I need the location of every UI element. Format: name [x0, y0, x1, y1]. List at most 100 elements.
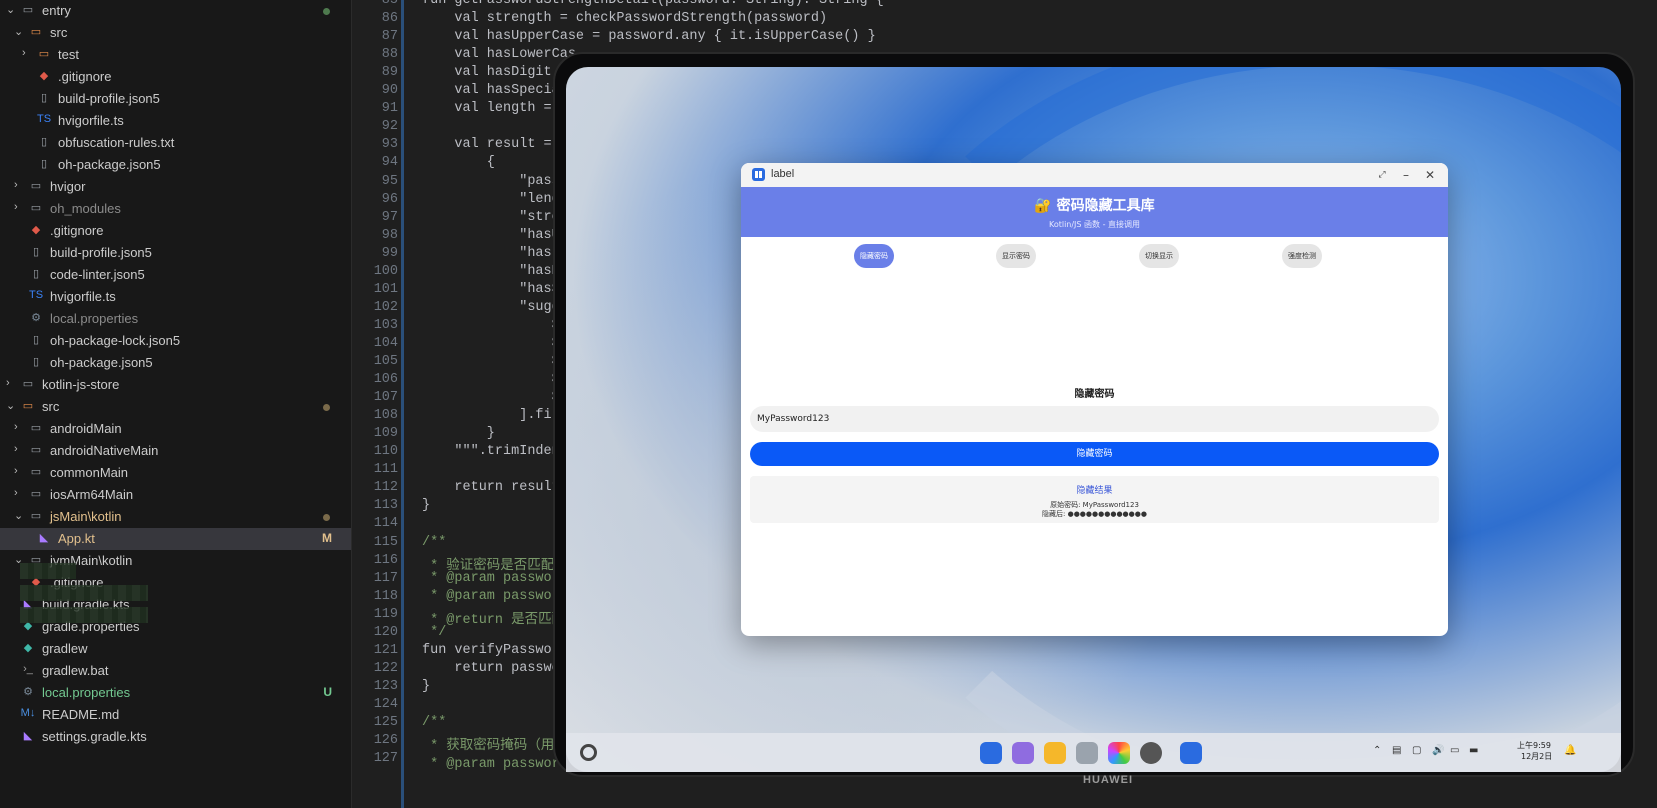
chevron-down-icon[interactable]: ⌄: [14, 25, 26, 38]
window-title: label: [771, 168, 795, 180]
explorer-item[interactable]: ▯ oh-package-lock.json5: [0, 330, 351, 352]
line-number: 121: [373, 642, 398, 658]
app-grid-icon[interactable]: [980, 742, 1002, 764]
explorer-item[interactable]: › ▭ androidMain: [0, 418, 351, 440]
gutter-change-bar: [401, 0, 404, 808]
window-titlebar[interactable]: label ⤢ – ✕: [741, 163, 1448, 187]
folder-icon: ▭: [22, 378, 34, 390]
settings-icon[interactable]: [1140, 742, 1162, 764]
code-text: "hasU: [422, 227, 560, 243]
gallery-icon[interactable]: [1108, 742, 1130, 764]
explorer-item[interactable]: ⌄ ▭ jsMain\kotlin: [0, 506, 351, 528]
password-input[interactable]: [750, 406, 1439, 432]
clock-date[interactable]: 12月2日: [1521, 751, 1552, 762]
explorer-item[interactable]: › ▭ oh_modules: [0, 198, 351, 220]
file-explorer: ⌄ ▭ entry ⌄ ▭ src › ▭ test ◆ .gitignore ▯ build-prof…: [0, 0, 352, 808]
explorer-item[interactable]: › ▭ test: [0, 44, 351, 66]
code-text: }: [422, 426, 495, 442]
explorer-item[interactable]: ▯ obfuscation-rules.txt: [0, 132, 351, 154]
explorer-item-label: entry: [42, 3, 71, 18]
restore-icon[interactable]: ⤢: [1373, 166, 1391, 184]
explorer-item[interactable]: › ▭ commonMain: [0, 462, 351, 484]
chevron-right-icon[interactable]: ›: [22, 47, 34, 59]
explorer-item[interactable]: ▯ build-profile.json5: [0, 242, 351, 264]
explorer-item[interactable]: ⚙ local.properties: [0, 308, 351, 330]
explorer-item-label: .gitignore: [50, 223, 104, 238]
close-icon[interactable]: ✕: [1421, 166, 1439, 184]
notification-bell-icon[interactable]: 🔔: [1564, 745, 1576, 756]
chevron-right-icon[interactable]: ›: [14, 487, 26, 499]
explorer-item[interactable]: ›_ gradlew.bat: [0, 660, 351, 682]
explorer-item[interactable]: › ▭ kotlin-js-store: [0, 374, 351, 396]
explorer-item[interactable]: › ▭ iosArm64Main: [0, 484, 351, 506]
explorer-item-label: kotlin-js-store: [42, 377, 120, 392]
chevron-right-icon[interactable]: ›: [14, 201, 26, 213]
tab-show-password[interactable]: 显示密码: [996, 244, 1036, 268]
file-icon: ▯: [40, 136, 48, 148]
line-number: 90: [381, 83, 398, 99]
chevron-right-icon[interactable]: ›: [14, 179, 26, 191]
tab-toggle-display[interactable]: 切换显示: [1139, 244, 1179, 268]
chevron-up-icon[interactable]: ⌃: [1373, 745, 1381, 756]
hide-password-button[interactable]: 隐藏密码: [750, 442, 1439, 466]
line-number: 109: [373, 426, 398, 442]
folder-src-icon: ▭: [22, 400, 34, 412]
explorer-item[interactable]: ⌄ ▭ entry: [0, 0, 351, 22]
chevron-right-icon[interactable]: ›: [6, 377, 18, 389]
explorer-item[interactable]: ⌄ ▭ src: [0, 22, 351, 44]
explorer-item-label: build-profile.json5: [50, 245, 152, 260]
explorer-item[interactable]: › ▭ hvigor: [0, 176, 351, 198]
volume-icon[interactable]: 🔊: [1432, 745, 1444, 756]
explorer-item[interactable]: › ▭ androidNativeMain: [0, 440, 351, 462]
chevron-right-icon[interactable]: ›: [14, 421, 26, 433]
minimize-icon[interactable]: –: [1397, 166, 1415, 184]
app-window[interactable]: label ⤢ – ✕ 🔐 密码隐藏工具库 Kotlin/JS 函数 - 直接调…: [741, 163, 1448, 636]
tab-strength-check[interactable]: 强度检测: [1282, 244, 1322, 268]
line-number: 99: [381, 245, 398, 261]
explorer-item[interactable]: ⚙ local.properties U: [0, 682, 351, 704]
explorer-item[interactable]: ▯ code-linter.json5: [0, 264, 351, 286]
git-icon: ◆: [39, 70, 49, 82]
explorer-item[interactable]: ▯ oh-package.json5: [0, 352, 351, 374]
folder-icon[interactable]: [1044, 742, 1066, 764]
explorer-item[interactable]: M↓ README.md: [0, 704, 351, 726]
explorer-item[interactable]: ◣ App.kt M: [0, 528, 351, 550]
clipboard-icon[interactable]: ▢: [1412, 745, 1421, 756]
redacted-block: [20, 563, 76, 579]
chevron-right-icon[interactable]: ›: [14, 465, 26, 477]
explorer-item[interactable]: ◆ .gitignore: [0, 66, 351, 88]
explorer-item-label: commonMain: [50, 465, 129, 480]
explorer-item[interactable]: ◣ settings.gradle.kts: [0, 726, 351, 748]
explorer-item[interactable]: ◆ .gitignore: [0, 220, 351, 242]
explorer-item[interactable]: ▯ oh-package.json5: [0, 154, 351, 176]
explorer-item[interactable]: ▯ build-profile.json5: [0, 88, 351, 110]
label-app-icon[interactable]: [1180, 742, 1202, 764]
folder-icon: ▭: [30, 510, 42, 522]
chevron-right-icon[interactable]: ›: [14, 443, 26, 455]
tab-hide-password[interactable]: 隐藏密码: [854, 244, 894, 268]
code-text: val strength = checkPasswordStrength(pas…: [422, 11, 828, 27]
chevron-down-icon[interactable]: ⌄: [6, 3, 18, 16]
clock-time[interactable]: 上午9:59: [1517, 740, 1551, 751]
device-icon[interactable]: ▭: [1450, 745, 1459, 756]
input-method-icon[interactable]: ▤: [1392, 745, 1401, 756]
chevron-down-icon[interactable]: ⌄: [14, 509, 26, 522]
header-banner: 🔐 密码隐藏工具库 Kotlin/JS 函数 - 直接调用: [741, 187, 1448, 237]
battery-icon[interactable]: ▬: [1469, 745, 1478, 756]
chevron-down-icon[interactable]: ⌄: [6, 399, 18, 412]
device-brand: HUAWEI: [1083, 774, 1133, 786]
explorer-item[interactable]: ◆ gradlew: [0, 638, 351, 660]
trash-icon[interactable]: [1076, 742, 1098, 764]
search-orb-icon[interactable]: [580, 744, 597, 761]
explorer-item-label: src: [42, 399, 60, 414]
code-text: val hasLowerCas: [422, 47, 576, 63]
line-number: 116: [373, 552, 398, 568]
line-number: 88: [381, 47, 398, 63]
code-text: """.trimIndent: [422, 444, 568, 460]
explorer-item[interactable]: ⌄ ▭ src: [0, 396, 351, 418]
files-board-icon[interactable]: [1012, 742, 1034, 764]
explorer-item[interactable]: TS hvigorfile.ts: [0, 110, 351, 132]
explorer-item-label: App.kt: [58, 531, 95, 546]
explorer-item[interactable]: TS hvigorfile.ts: [0, 286, 351, 308]
status-dot: [323, 514, 330, 521]
